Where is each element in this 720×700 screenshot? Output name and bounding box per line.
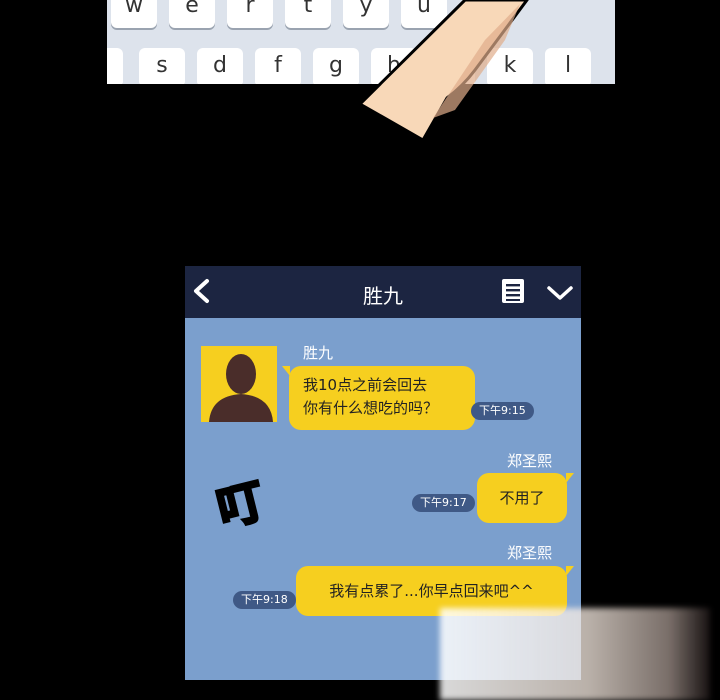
avatar[interactable] xyxy=(201,346,277,422)
sender-name: 胜九 xyxy=(303,344,334,362)
message-bubble: 不用了 xyxy=(477,473,574,523)
key-t[interactable]: t xyxy=(285,0,331,28)
message-line: 你有什么想吃的吗？ xyxy=(303,399,439,417)
key-e[interactable]: e xyxy=(169,0,215,28)
message-time: 下午9:17 xyxy=(412,494,475,512)
sender-name: 郑圣熙 xyxy=(507,452,553,470)
person-silhouette-icon xyxy=(209,354,273,422)
finger-illustration xyxy=(357,0,529,143)
key-s[interactable]: s xyxy=(139,48,185,84)
message-time: 下午9:18 xyxy=(233,591,296,609)
key-r[interactable]: r xyxy=(227,0,273,28)
message-bubble: 我10点之前会回去 你有什么想吃的吗？ xyxy=(282,366,475,430)
chevron-down-icon[interactable] xyxy=(546,285,574,301)
key-g[interactable]: g xyxy=(313,48,359,84)
notification-sound-effect: 叮 xyxy=(210,472,271,539)
light-glare xyxy=(440,608,710,700)
key-a[interactable]: a xyxy=(107,48,123,84)
chat-header: 胜九 xyxy=(185,266,581,318)
sender-name: 郑圣熙 xyxy=(507,544,553,562)
key-f[interactable]: f xyxy=(255,48,301,84)
key-d[interactable]: d xyxy=(197,48,243,84)
message-line: 我10点之前会回去 xyxy=(303,376,428,394)
key-w[interactable]: w xyxy=(111,0,157,28)
key-l[interactable]: l xyxy=(545,48,591,84)
message-time: 下午9:15 xyxy=(471,402,534,420)
menu-list-icon[interactable] xyxy=(501,278,525,304)
